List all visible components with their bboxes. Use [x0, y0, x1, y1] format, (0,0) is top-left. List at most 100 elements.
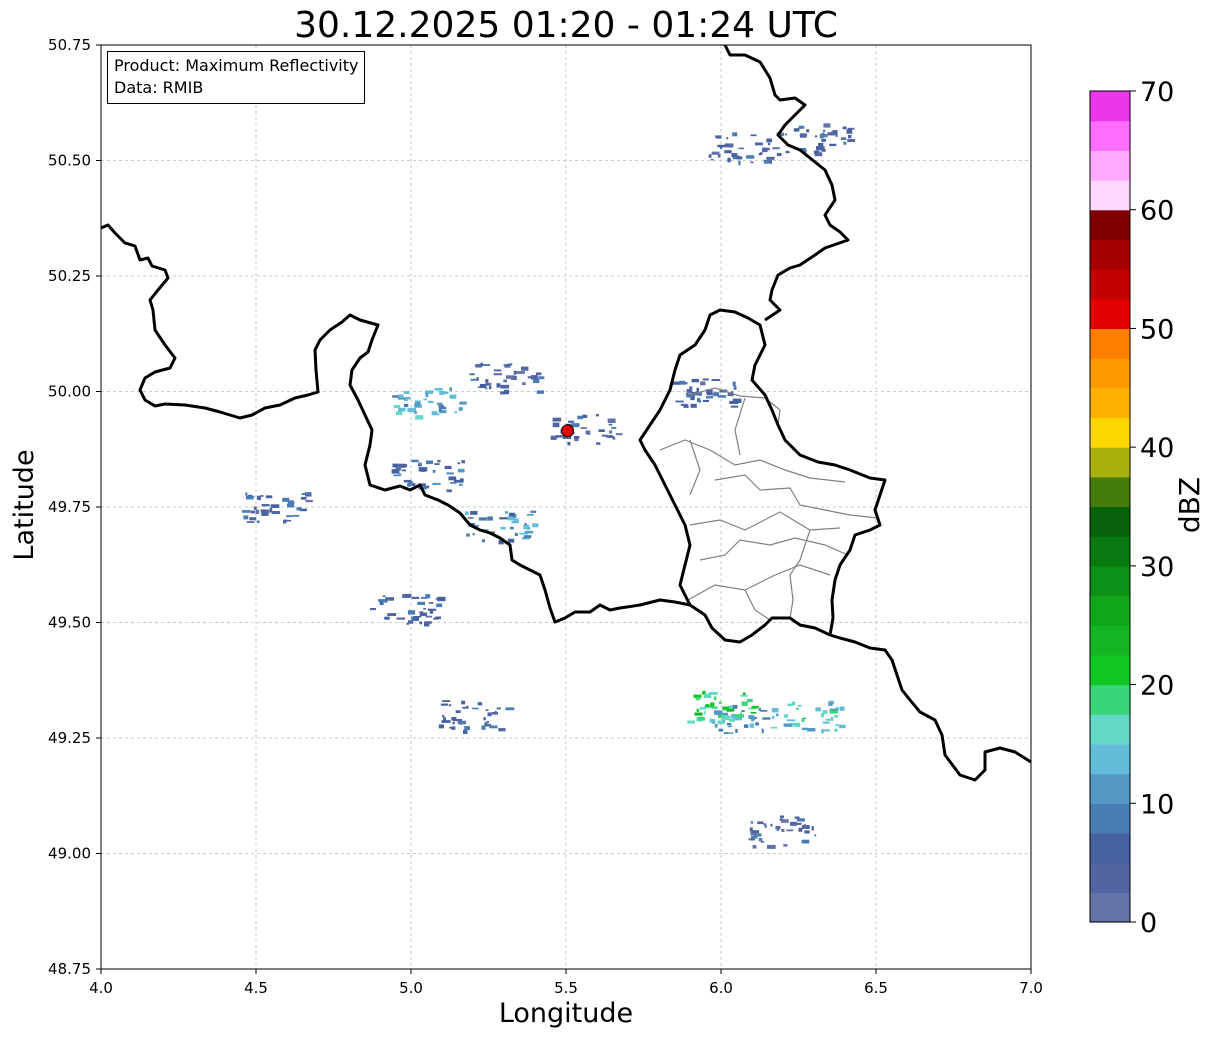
echo-pixel — [403, 464, 407, 468]
x-tick-label: 4.0 — [89, 979, 113, 997]
echo-pixel — [533, 379, 540, 383]
echo-pixel — [795, 707, 799, 710]
echo-pixel — [818, 142, 824, 147]
echo-pixel — [815, 135, 818, 138]
gridlines — [100, 44, 1032, 970]
echo-cluster — [469, 362, 545, 395]
echo-cluster — [242, 492, 313, 524]
echo-pixel — [493, 373, 503, 376]
echo-pixel — [577, 415, 584, 420]
echo-pixel — [717, 395, 727, 398]
echo-pixel — [242, 510, 251, 513]
echo-pixel — [489, 725, 498, 729]
echo-pixel — [706, 396, 714, 399]
echo-pixel — [463, 729, 468, 734]
colorbar-segment — [1090, 358, 1130, 389]
echo-pixel — [842, 126, 847, 130]
echo-pixel — [472, 707, 479, 710]
colorbar-label: dBZ — [1173, 476, 1206, 534]
echo-pixel — [714, 724, 718, 728]
echo-pixel — [460, 478, 464, 483]
echo-pixel — [785, 150, 789, 154]
echo-pixel — [828, 702, 833, 706]
echo-pixel — [472, 533, 475, 536]
x-axis-label: Longitude — [498, 998, 634, 1029]
echo-pixel — [833, 715, 838, 718]
echo-pixel — [261, 504, 270, 507]
echo-pixel — [712, 706, 718, 709]
echo-pixel — [813, 150, 820, 154]
echo-pixel — [437, 459, 441, 463]
echo-pixel — [479, 383, 487, 388]
echo-pixel — [271, 511, 280, 515]
colorbar-segment — [1090, 239, 1130, 270]
echo-pixel — [301, 493, 311, 495]
echo-pixel — [804, 830, 810, 834]
echo-pixel — [265, 495, 273, 499]
echo-pixel — [748, 715, 755, 720]
echo-pixel — [424, 621, 432, 624]
echo-pixel — [486, 721, 489, 724]
echo-pixel — [411, 459, 419, 463]
echo-pixel — [816, 146, 825, 151]
echo-pixel — [467, 517, 474, 519]
echo-pixel — [751, 830, 760, 834]
echo-pixel — [770, 726, 778, 729]
echo-pixel — [461, 700, 466, 705]
echo-pixel — [708, 154, 712, 158]
echo-pixel — [835, 724, 840, 726]
echo-pixel — [470, 511, 478, 515]
echo-pixel — [521, 366, 529, 371]
echo-pixel — [772, 147, 780, 150]
echo-pixel — [759, 710, 768, 712]
echo-pixel — [698, 716, 705, 721]
echo-pixel — [821, 132, 825, 137]
echo-pixel — [506, 375, 515, 379]
echo-pixel — [461, 460, 465, 464]
echo-pixel — [848, 135, 852, 139]
echo-pixel — [425, 615, 432, 618]
echo-pixel — [732, 704, 738, 709]
echo-pixel — [736, 156, 743, 160]
echo-pixel — [806, 728, 816, 732]
echo-pixel — [834, 728, 838, 732]
echo-pixel — [706, 393, 714, 396]
echo-pixel — [750, 821, 753, 824]
echo-pixel — [516, 371, 525, 374]
echo-pixel — [459, 483, 463, 486]
echo-pixel — [731, 153, 738, 157]
echo-pixel — [801, 825, 810, 829]
echo-pixel — [711, 379, 721, 381]
echo-pixel — [679, 382, 688, 385]
colorbar-ticks: 0 10 20 30 40 50 60 70 — [1130, 77, 1174, 939]
echo-pixel — [806, 129, 810, 133]
echo-pixel — [469, 373, 475, 376]
echo-pixel — [783, 714, 789, 718]
echo-pixel — [532, 523, 539, 528]
echo-pixel — [750, 134, 757, 137]
echo-pixel — [535, 372, 542, 376]
echo-pixel — [711, 151, 720, 155]
y-tick-label: 49.50 — [48, 614, 91, 632]
echo-pixel — [694, 712, 703, 716]
echo-pixel — [702, 378, 709, 381]
echo-pixel — [457, 468, 465, 473]
echo-pixel — [598, 429, 605, 432]
echo-pixel — [488, 386, 492, 390]
echo-pixel — [705, 704, 710, 707]
echo-pixel — [446, 489, 452, 493]
echo-cluster — [392, 387, 467, 420]
colorbar-segment — [1090, 298, 1130, 330]
echo-pixel — [503, 364, 509, 366]
echo-pixel — [507, 538, 515, 543]
echo-pixel — [763, 160, 770, 164]
echo-pixel — [815, 707, 821, 712]
y-tick-label: 50.50 — [48, 152, 91, 170]
echo-pixel — [675, 400, 684, 403]
y-tick-label: 50.25 — [48, 267, 91, 285]
echo-pixel — [686, 389, 693, 393]
x-tick-label: 5.0 — [399, 979, 423, 997]
colorbar-segment — [1090, 328, 1130, 359]
echo-pixel — [821, 712, 825, 718]
echo-pixel — [766, 138, 772, 143]
